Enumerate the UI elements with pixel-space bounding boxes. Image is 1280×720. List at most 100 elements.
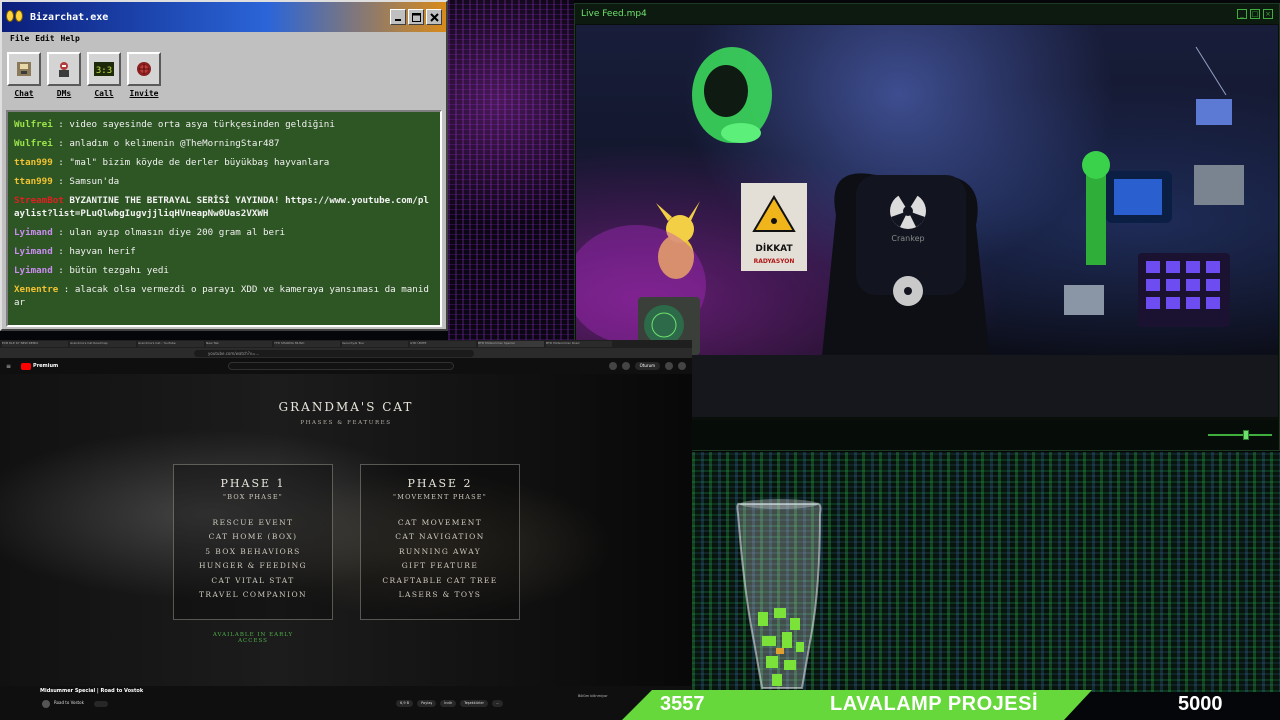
browser-tab[interactable]: ECB DLE 67 NEW REMIX [2, 341, 68, 347]
dms-tool-label: DMs [56, 89, 72, 98]
chat-separator: : [52, 119, 70, 130]
more-button[interactable]: ... [491, 700, 504, 707]
chat-text: video sayesinde orta asya türkçesinden g… [69, 119, 335, 130]
menu-help[interactable]: Help [61, 34, 80, 46]
menu-bar: File Edit Help [2, 32, 446, 48]
small-monitor-2 [1064, 285, 1104, 315]
phase-2-item: RUNNING AWAY [398, 546, 482, 556]
invite-tool-button[interactable]: Invite [126, 52, 162, 100]
chat-username[interactable]: Lyimand [14, 227, 53, 238]
browser-tab[interactable]: YTD SHARMA MUSIC [274, 341, 340, 347]
phase-2-item: LASERS & TOYS [398, 590, 482, 600]
chat-text: alacak olsa vermezdi o parayı XDD ve kam… [14, 284, 429, 308]
mic-icon[interactable] [621, 362, 630, 370]
chat-username[interactable]: Wulfrei [14, 119, 53, 130]
chat-separator: : [52, 265, 70, 276]
chat-username[interactable]: Lyimand [14, 246, 53, 257]
browser-tab[interactable]: BTD Midsummer Road [546, 341, 612, 347]
phase-2-title: PHASE 2 [407, 477, 473, 490]
browser-tabs: ECB DLE 67 NEW REMIX Grandma's Cat Roadma… [0, 340, 692, 348]
channel-avatar[interactable] [42, 700, 50, 708]
notifications-icon[interactable] [665, 362, 673, 370]
youtube-search-input[interactable] [228, 362, 455, 370]
video-info-bar: Midsummer Special | Road to Vostok Road … [0, 686, 692, 720]
browser-tab[interactable]: New Tab [206, 341, 272, 347]
chat-separator: : [58, 284, 75, 295]
goal-label: LAVALAMP PROJESİ [830, 693, 1039, 715]
goal-target: 5000 [1178, 693, 1223, 715]
menu-edit[interactable]: Edit [35, 34, 54, 46]
chat-username[interactable]: Xenentre [14, 284, 58, 295]
call-tool-button[interactable]: 3:3 Call [86, 52, 122, 100]
phase-1-item: CAT HOME (BOX) [208, 532, 298, 542]
invite-icon [137, 62, 151, 76]
live-feed-title: Live Feed.mp4 [581, 9, 647, 19]
address-bar[interactable]: youtube.com/watch?v=... [194, 349, 474, 357]
live-feed-close-button[interactable]: × [1263, 9, 1273, 19]
phase-1-item: RESCUE EVENT [212, 518, 294, 527]
share-button[interactable]: Paylaş [417, 700, 437, 707]
toolbar: Chat DMs 3:3 Call Invite [2, 48, 446, 104]
green-mask [692, 47, 772, 143]
download-button[interactable]: İndir [440, 700, 457, 707]
chat-message: Lyimand : ulan ayıp olmasın diye 200 gra… [14, 226, 434, 239]
browser-tab[interactable]: SecurityAI Tour [342, 341, 408, 347]
chat-text: BYZANTINE THE BETRAYAL SERİSİ YAYINDA! h… [14, 195, 429, 219]
chat-text: hayvan herif [69, 246, 136, 257]
chat-username[interactable]: ttan999 [14, 176, 53, 187]
phase-1-item: CAT VITAL STAT [211, 575, 295, 585]
youtube-header: ≡ Premium Oturum [0, 358, 692, 374]
browser-tab[interactable]: Grandma's Cat - YouTube [138, 341, 204, 347]
dms-tool-button[interactable]: DMs [46, 52, 82, 100]
volume-slider[interactable] [1208, 430, 1272, 440]
chat-text: Samsun'da [69, 176, 120, 187]
chat-message: Lyimand : hayvan herif [14, 245, 434, 258]
channel-name[interactable]: Road to Vostok [54, 700, 84, 705]
chat-tool-button[interactable]: Chat [6, 52, 42, 100]
lava-lamp-glass [736, 499, 822, 689]
chat-text: ulan ayıp olmasın diye 200 gram al beri [69, 227, 286, 238]
close-button[interactable] [426, 9, 442, 25]
chat-message: Wulfrei : anladım o kelimenin @TheMornin… [14, 137, 434, 150]
phase-1-item: HUNGER & FEEDING [198, 561, 308, 571]
like-button[interactable]: 6,9 B [396, 700, 414, 707]
chat-username[interactable]: StreamBot [14, 195, 64, 206]
chat-separator: : [52, 176, 70, 187]
subscribe-button[interactable] [94, 701, 108, 707]
video-overlay-subtitle: PHASES & FEATURES [300, 420, 392, 426]
live-feed-maximize-button[interactable]: □ [1250, 9, 1260, 19]
chat-message: Xenentre : alacak olsa vermezdi o parayı… [14, 283, 434, 309]
browser-tab[interactable]: Grandma's Cat Roadmap [70, 341, 136, 347]
bizarchat-window: Bizarchat.exe File Edit Help Chat DMs 3:… [0, 0, 448, 331]
menu-file[interactable]: File [10, 34, 29, 46]
dms-icon [59, 62, 69, 77]
chat-username[interactable]: ttan999 [14, 157, 53, 168]
thanks-button[interactable]: Teşekkürler [460, 700, 488, 707]
chat-username[interactable]: Wulfrei [14, 138, 53, 149]
youtube-logo-icon[interactable] [21, 362, 32, 370]
chat-username[interactable]: Lyimand [14, 265, 53, 276]
minimize-button[interactable] [390, 9, 406, 25]
avatar[interactable] [678, 362, 686, 370]
phase-2-item: CAT MOVEMENT [397, 518, 483, 527]
bizarchat-titlebar[interactable]: Bizarchat.exe [2, 2, 446, 32]
radiation-sign: DİKKAT RADYASYON [741, 183, 807, 271]
chat-message: ttan999 : Samsun'da [14, 175, 434, 188]
small-monitor-1 [1194, 165, 1244, 205]
menu-icon[interactable]: ≡ [6, 363, 11, 370]
browser-tab[interactable]: GTD ÜNİTE [410, 341, 476, 347]
search-icon[interactable] [608, 362, 617, 370]
window-title: Bizarchat.exe [30, 11, 109, 23]
create-button[interactable]: Oturum [634, 362, 660, 370]
volume-knob[interactable] [1242, 430, 1249, 440]
alien-figure [1082, 151, 1172, 265]
live-feed-titlebar[interactable]: Live Feed.mp4 _ □ × [575, 4, 1279, 24]
chat-log[interactable]: Wulfrei : video sayesinde orta asya türk… [6, 110, 442, 327]
maximize-button[interactable] [408, 9, 424, 25]
chapter-note: Bölüm bilinmiyor [578, 694, 608, 698]
browser-tab[interactable]: BTD Midsummer Special [478, 341, 544, 347]
live-feed-minimize-button[interactable]: _ [1237, 9, 1247, 19]
shirt-text: Crankep [891, 234, 924, 243]
video-player[interactable]: GRANDMA'S CAT PHASES & FEATURES PHASE 1 … [0, 374, 692, 686]
phase-2-item: CRAFTABLE CAT TREE [382, 575, 498, 585]
